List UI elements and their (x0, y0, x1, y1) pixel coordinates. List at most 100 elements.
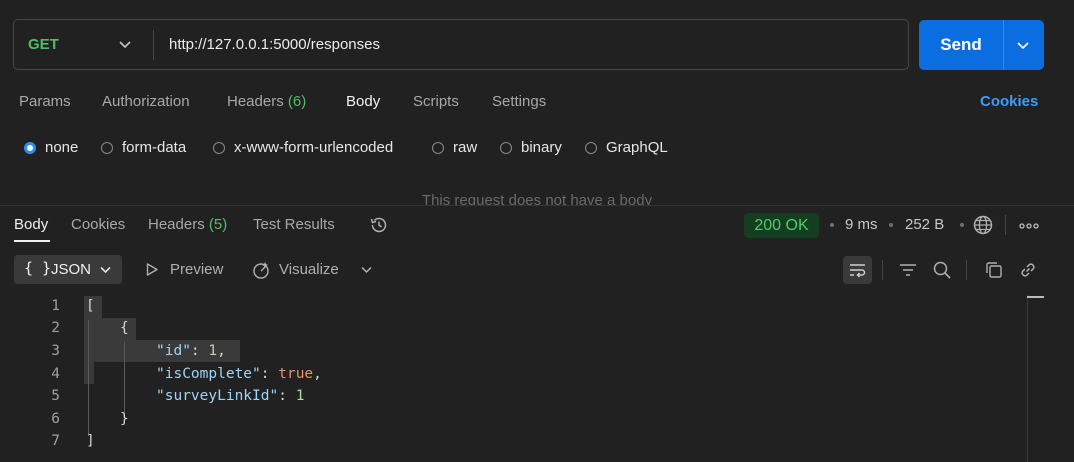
tab-scripts[interactable]: Scripts (413, 93, 459, 110)
history-icon[interactable] (368, 214, 390, 236)
radio-graphql[interactable]: GraphQL (585, 139, 668, 156)
visualize-button[interactable]: Visualize (279, 261, 339, 278)
globe-icon[interactable] (972, 214, 994, 236)
response-tab-cookies[interactable]: Cookies (71, 216, 125, 233)
code-line: "surveyLinkId": 1 (156, 388, 304, 404)
scrollbar-track[interactable] (1027, 295, 1028, 462)
json-value: true (278, 366, 314, 382)
divider (882, 260, 883, 280)
divider (1005, 215, 1006, 235)
separator-dot (960, 223, 964, 227)
line-number: 7 (51, 433, 60, 449)
code-line: "isComplete": true, (156, 366, 322, 382)
response-time[interactable]: 9 ms (845, 216, 878, 233)
search-icon[interactable] (932, 260, 952, 280)
active-tab-indicator (14, 240, 50, 242)
response-size[interactable]: 252 B (905, 216, 944, 233)
scrollbar-thumb[interactable] (1027, 296, 1044, 298)
response-body-editor[interactable]: 1 [ 2 { 3 "id": 1, 4 "isComplete": true,… (0, 294, 1074, 462)
json-comma: , (217, 343, 226, 359)
radio-raw[interactable]: raw (432, 139, 477, 156)
url-input[interactable]: http://127.0.0.1:5000/responses (169, 20, 380, 69)
line-number: 6 (51, 411, 60, 427)
radio-binary-label: binary (521, 139, 562, 156)
line-number: 2 (51, 320, 60, 336)
code-line: [ (86, 298, 95, 314)
chevron-down-icon[interactable] (1016, 38, 1030, 52)
method-select[interactable]: GET (28, 20, 59, 69)
separator-dot (830, 223, 834, 227)
send-button[interactable]: Send (919, 20, 1044, 70)
radio-raw-label: raw (453, 139, 478, 156)
indent-guide (88, 320, 89, 436)
radio-none-label: none (45, 139, 79, 156)
radio-urlencoded-label: x-www-form-urlencoded (234, 139, 394, 156)
cookies-link[interactable]: Cookies (980, 93, 1038, 110)
json-key: "id" (156, 343, 191, 359)
copy-icon[interactable] (984, 260, 1004, 280)
radio-urlencoded[interactable]: x-www-form-urlencoded (213, 139, 393, 156)
radio-graphql-label: GraphQL (606, 139, 668, 156)
tab-authorization[interactable]: Authorization (102, 93, 190, 110)
format-select-label: JSON (51, 261, 92, 278)
wrap-lines-icon (850, 264, 866, 278)
json-key: "isComplete" (156, 366, 261, 382)
selection-highlight (84, 362, 94, 384)
json-colon: : (278, 388, 296, 404)
line-number: 1 (51, 298, 60, 314)
code-line: ] (86, 433, 95, 449)
tab-headers[interactable]: Headers (6) (227, 93, 306, 110)
braces-icon: { } (24, 259, 52, 277)
divider (153, 30, 154, 60)
chevron-down-icon (100, 266, 111, 274)
tab-body[interactable]: Body (346, 93, 380, 110)
link-icon[interactable] (1018, 260, 1038, 280)
chevron-down-icon[interactable] (118, 37, 132, 51)
radio-unchecked-icon (101, 141, 113, 154)
radio-none[interactable]: none (24, 139, 78, 156)
more-horizontal-icon[interactable] (1019, 223, 1039, 229)
response-tab-headers[interactable]: Headers (5) (148, 216, 227, 233)
send-button-label[interactable]: Send (919, 20, 1003, 70)
indent-guide (124, 342, 125, 412)
pane-divider[interactable] (0, 205, 1074, 206)
radio-unchecked-icon (213, 141, 225, 154)
wrap-lines-button[interactable] (843, 256, 872, 284)
status-badge[interactable]: 200 OK (744, 213, 819, 238)
radio-form-data-label: form-data (122, 139, 187, 156)
separator-dot (889, 223, 893, 227)
response-headers-count-badge: (5) (208, 216, 228, 233)
format-select[interactable]: { } JSON (14, 255, 122, 284)
code-line: { (120, 320, 129, 336)
play-icon[interactable] (145, 262, 159, 277)
line-number: 4 (51, 366, 60, 382)
tab-headers-label: Headers (227, 93, 284, 110)
radio-form-data[interactable]: form-data (101, 139, 186, 156)
radio-unchecked-icon (500, 141, 512, 154)
request-bar: GET http://127.0.0.1:5000/responses (13, 19, 909, 70)
code-line: } (120, 411, 129, 427)
tab-params[interactable]: Params (19, 93, 71, 110)
response-tab-body[interactable]: Body (14, 216, 48, 233)
radio-checked-icon (24, 141, 36, 154)
chevron-down-icon[interactable] (360, 263, 373, 276)
no-body-message: This request does not have a body (421, 192, 653, 205)
preview-button[interactable]: Preview (170, 261, 223, 278)
line-number: 5 (51, 388, 60, 404)
divider (966, 260, 967, 280)
radio-binary[interactable]: binary (500, 139, 562, 156)
radio-unchecked-icon (432, 141, 444, 154)
json-comma: , (313, 366, 322, 382)
response-tab-test-results[interactable]: Test Results (253, 216, 335, 233)
json-key: "surveyLinkId" (156, 388, 279, 404)
divider (1003, 20, 1004, 70)
json-colon: : (190, 343, 209, 359)
headers-count-badge: (6) (287, 93, 307, 110)
radio-unchecked-icon (585, 141, 597, 154)
response-tab-headers-label: Headers (148, 216, 205, 233)
visualize-icon[interactable] (251, 260, 271, 280)
tab-settings[interactable]: Settings (492, 93, 546, 110)
filter-icon[interactable] (898, 260, 918, 280)
json-value: 1 (208, 343, 218, 359)
json-value: 1 (295, 388, 305, 404)
